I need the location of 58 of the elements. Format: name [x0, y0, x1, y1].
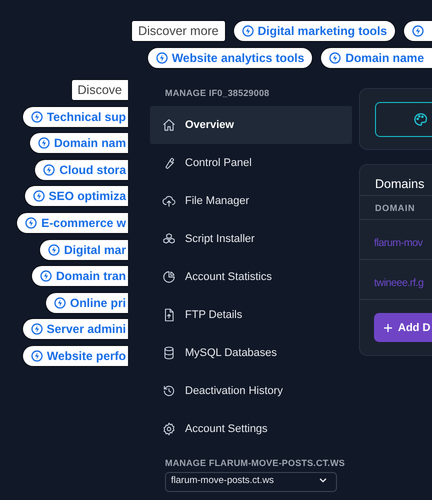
bolt-icon [242, 25, 254, 37]
gear-icon [162, 422, 176, 436]
discover-label: Discover more [131, 20, 226, 42]
suggestion-chip[interactable]: Website perfo [22, 344, 128, 367]
domain-link[interactable]: flarum-mov [374, 237, 423, 249]
bolt-icon [156, 52, 168, 64]
theme-button[interactable] [375, 102, 432, 137]
house-icon [162, 118, 176, 132]
file-upload-icon [162, 308, 176, 322]
suggestion-chip[interactable]: Technical sup [22, 106, 128, 128]
pie-chart-icon [162, 270, 176, 284]
bolt-icon [412, 25, 424, 37]
section-heading: MANAGE IF0_38529008 [164, 87, 270, 100]
card-title: Domains [360, 165, 432, 196]
discover-label: Discove [70, 79, 128, 101]
suggestion-chip[interactable]: Server admini [22, 318, 128, 340]
suggestion-chip[interactable]: SEO optimiza [24, 185, 128, 208]
cloud-upload-icon [162, 194, 176, 208]
bolt-icon [30, 350, 43, 362]
history-icon [162, 384, 176, 398]
bolt-icon [25, 216, 38, 229]
suggestion-chip[interactable]: E-commerce w [16, 212, 128, 234]
bolt-icon [54, 296, 66, 309]
nav-item[interactable]: Deactivation History [150, 372, 352, 410]
bolt-icon [48, 244, 60, 256]
database-icon [162, 346, 176, 360]
nav-item[interactable]: Control Panel [150, 144, 352, 182]
suggestion-chip[interactable] [403, 20, 432, 42]
domain-select[interactable]: flarum-move-posts.ct.ws [165, 472, 337, 492]
suggestion-chip[interactable]: Domain nam [28, 132, 128, 154]
add-domain-button[interactable]: Add D [374, 313, 432, 342]
nav-item[interactable]: FTP Details [150, 296, 352, 334]
bolt-icon [38, 137, 50, 150]
nav-item[interactable]: Overview [150, 106, 352, 144]
bolt-icon [30, 110, 43, 123]
plus-icon [382, 322, 394, 334]
suggestion-chip[interactable]: Online pri [44, 292, 128, 314]
nav-item[interactable]: File Manager [150, 182, 352, 220]
bolt-icon [32, 190, 45, 202]
domain-link[interactable]: twineee.rf.g [374, 277, 424, 289]
nav-item[interactable]: MySQL Databases [150, 334, 352, 372]
cubes-icon [162, 232, 176, 246]
column-header: DOMAIN [360, 196, 432, 220]
palette-icon [413, 112, 428, 127]
suggestion-chip[interactable]: Domain tran [30, 265, 128, 288]
nav-item[interactable]: Account Settings [150, 410, 352, 448]
bolt-icon [329, 52, 342, 64]
suggestion-chip[interactable]: Domain name [320, 47, 432, 69]
suggestion-chip[interactable]: Website analytics tools [146, 47, 314, 69]
suggestion-chip[interactable]: Digital marketing tools [232, 20, 396, 42]
suggestion-chip[interactable]: Cloud stora [34, 158, 128, 181]
nav-item[interactable]: Script Installer [150, 220, 352, 258]
bolt-icon [40, 270, 52, 282]
suggestion-chip[interactable]: Digital mar [38, 238, 128, 261]
bolt-icon [30, 323, 43, 336]
section-heading: MANAGE FLARUM-MOVE-POSTS.CT.WS [164, 457, 346, 470]
nav-item[interactable]: Account Statistics [150, 258, 352, 296]
bolt-icon [43, 164, 56, 176]
